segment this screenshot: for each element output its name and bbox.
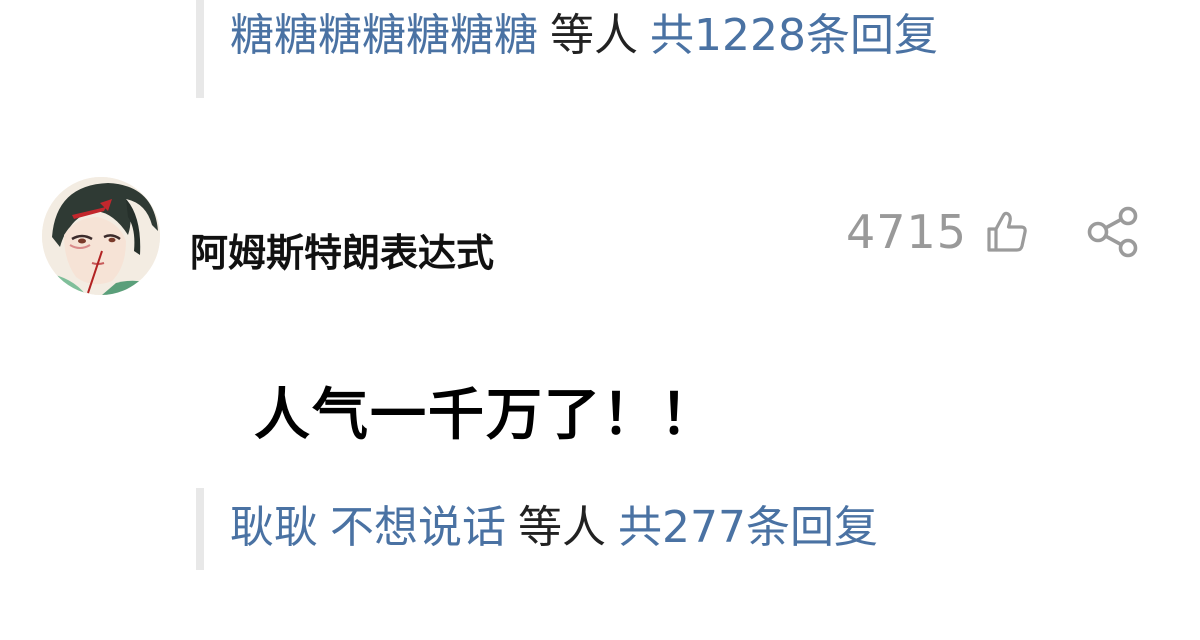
reply-suffix: 等人 bbox=[518, 502, 606, 553]
comment-text: 人气一千万了！！ bbox=[254, 383, 718, 448]
reply-users-link[interactable]: 糖糖糖糖糖糖糖 bbox=[230, 10, 538, 61]
thumbs-up-icon bbox=[987, 211, 1027, 252]
like-button[interactable]: 4715 bbox=[846, 205, 1031, 259]
reply-count-link[interactable]: 共1228条回复 bbox=[650, 10, 938, 61]
comment-username[interactable]: 阿姆斯特朗表达式 bbox=[190, 222, 494, 277]
avatar-illustration bbox=[42, 177, 160, 295]
reply-count-link[interactable]: 共277条回复 bbox=[618, 502, 878, 553]
comment-thread: 糖糖糖糖糖糖糖 等人 共1228条回复 阿姆斯特朗表达式 4715 人气一千万了… bbox=[0, 0, 1200, 640]
reply-user-link-2[interactable]: 不想说话 bbox=[330, 502, 506, 553]
like-count: 4715 bbox=[846, 205, 968, 259]
reply-preview-bottom[interactable]: 耿耿 不想说话 等人 共277条回复 bbox=[196, 488, 878, 570]
avatar[interactable] bbox=[42, 177, 160, 295]
reply-user-link-1[interactable]: 耿耿 bbox=[230, 502, 318, 553]
reply-suffix: 等人 bbox=[550, 10, 638, 61]
share-icon[interactable] bbox=[1086, 206, 1140, 258]
reply-preview-top[interactable]: 糖糖糖糖糖糖糖 等人 共1228条回复 bbox=[196, 0, 938, 98]
